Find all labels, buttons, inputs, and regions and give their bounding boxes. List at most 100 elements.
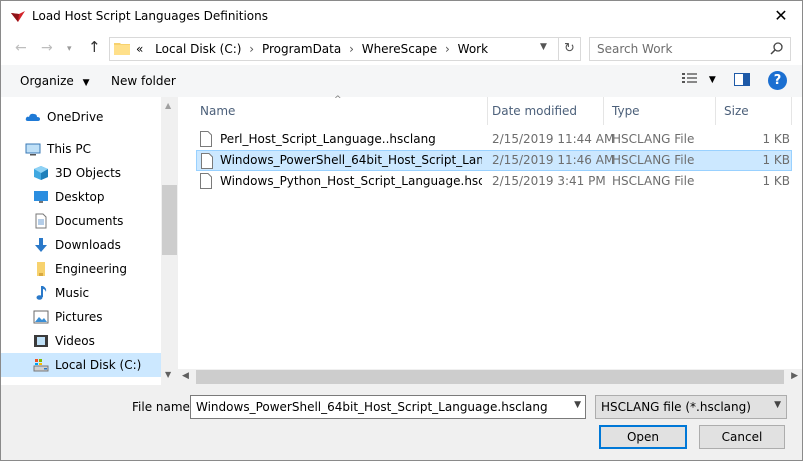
search-icon[interactable] [770, 41, 784, 55]
file-date: 2/15/2019 11:46 AM [492, 153, 615, 167]
file-type-filter-value: HSCLANG file (*.hsclang) [601, 400, 751, 414]
breadcrumb-wherescape[interactable]: WhereScape [362, 42, 437, 56]
close-button[interactable]: ✕ [766, 3, 796, 29]
file-name-combobox[interactable]: Windows_PowerShell_64bit_Host_Script_Lan… [190, 395, 586, 419]
file-open-dialog: Load Host Script Languages Definitions ✕… [0, 0, 803, 461]
organize-label: Organize [20, 74, 74, 88]
music-icon [36, 286, 47, 300]
preview-pane-icon[interactable] [734, 73, 750, 86]
file-list-horizontal-scrollbar[interactable]: ◀ ▶ [178, 369, 802, 385]
file-icon [201, 153, 213, 169]
address-bar[interactable]: « Local Disk (C:) › ProgramData › WhereS… [109, 37, 581, 61]
chevron-down-icon[interactable]: ▼ [574, 400, 581, 410]
nav-item-music[interactable]: Music [1, 281, 161, 305]
search-placeholder: Search Work [597, 42, 673, 56]
download-icon [35, 238, 47, 252]
column-header-date-modified[interactable]: Date modified [484, 97, 604, 125]
command-bar: Organize ▼ New folder ▼ ? [1, 65, 802, 98]
dialog-footer: File name: Windows_PowerShell_64bit_Host… [1, 385, 802, 460]
new-folder-button[interactable]: New folder [111, 74, 176, 88]
title-bar: Load Host Script Languages Definitions ✕ [1, 1, 802, 32]
file-size: 1 KB [762, 174, 790, 188]
file-name-label: File name: [132, 400, 194, 414]
window-title: Load Host Script Languages Definitions [32, 9, 269, 23]
up-arrow-icon[interactable]: ↑ [88, 38, 101, 56]
breadcrumb-local-disk[interactable]: Local Disk (C:) [155, 42, 241, 56]
recent-locations-chevron-icon[interactable]: ▾ [67, 44, 72, 54]
breadcrumb-separator-icon[interactable]: › [445, 42, 450, 56]
scroll-left-icon[interactable]: ◀ [182, 371, 189, 381]
column-header-name[interactable]: Name [192, 97, 488, 125]
cancel-button[interactable]: Cancel [699, 425, 785, 449]
change-view-button[interactable]: ▼ [681, 71, 716, 88]
refresh-icon[interactable]: ↻ [558, 38, 580, 60]
file-type-filter-select[interactable]: HSCLANG file (*.hsclang) ▼ [595, 395, 787, 419]
scroll-up-icon[interactable]: ▲ [165, 101, 171, 110]
document-icon [35, 213, 47, 229]
folder-icon [37, 262, 45, 276]
drive-icon [33, 359, 49, 372]
nav-item-desktop[interactable]: Desktop [1, 185, 161, 209]
details-view-icon [682, 73, 697, 83]
file-type: HSCLANG File [612, 174, 695, 188]
breadcrumb-overflow[interactable]: « [136, 42, 143, 56]
nav-scrollbar-thumb[interactable] [162, 185, 177, 255]
breadcrumb-separator-icon[interactable]: › [349, 42, 354, 56]
chevron-down-icon: ▼ [82, 78, 90, 88]
navigation-bar: ← → ▾ ↑ « Local Disk (C:) › ProgramData … [1, 32, 802, 65]
file-icon [200, 131, 212, 147]
organize-button[interactable]: Organize ▼ [20, 74, 90, 88]
navigation-pane[interactable]: OneDrive This PC 3D Objects Desktop Docu… [1, 97, 161, 385]
close-icon: ✕ [774, 6, 788, 25]
back-arrow-icon[interactable]: ← [15, 40, 27, 56]
nav-item-3d-objects[interactable]: 3D Objects [1, 161, 161, 185]
horizontal-scrollbar-thumb[interactable] [196, 370, 784, 384]
file-type: HSCLANG File [612, 132, 695, 146]
file-row[interactable]: Windows_Python_Host_Script_Language.hscl… [196, 171, 792, 192]
file-name: Windows_Python_Host_Script_Language.hscl… [220, 174, 482, 188]
video-icon [34, 335, 48, 347]
file-name: Windows_PowerShell_64bit_Host_Script_Lan… [220, 153, 482, 167]
nav-item-videos[interactable]: Videos [1, 329, 161, 353]
nav-item-engineering[interactable]: Engineering [1, 257, 161, 281]
nav-item-local-disk[interactable]: Local Disk (C:) [1, 353, 161, 377]
nav-item-pictures[interactable]: Pictures [1, 305, 161, 329]
column-header-size[interactable]: Size [716, 97, 792, 125]
scroll-right-icon[interactable]: ▶ [791, 371, 798, 381]
picture-icon [33, 310, 49, 324]
cube-icon [34, 166, 48, 180]
nav-item-documents[interactable]: Documents [1, 209, 161, 233]
folder-icon [114, 43, 130, 55]
file-size: 1 KB [762, 153, 790, 167]
file-date: 2/15/2019 11:44 AM [492, 132, 615, 146]
file-name: Perl_Host_Script_Language..hsclang [220, 132, 436, 146]
open-button[interactable]: Open [599, 425, 687, 449]
computer-icon [25, 143, 41, 156]
column-header-type[interactable]: Type [604, 97, 716, 125]
nav-item-downloads[interactable]: Downloads [1, 233, 161, 257]
search-box[interactable]: Search Work [589, 37, 791, 61]
desktop-icon [34, 191, 48, 203]
scroll-down-icon[interactable]: ▼ [165, 370, 171, 379]
chevron-down-icon: ▼ [708, 75, 716, 85]
breadcrumb-programdata[interactable]: ProgramData [262, 42, 341, 56]
file-list: ^ Name Date modified Type Size Perl_Host… [178, 95, 802, 369]
file-row[interactable]: Perl_Host_Script_Language..hsclang 2/15/… [196, 129, 792, 150]
address-dropdown-icon[interactable]: ▼ [540, 42, 547, 52]
file-date: 2/15/2019 3:41 PM [492, 174, 606, 188]
help-icon[interactable]: ? [768, 71, 787, 90]
chevron-down-icon: ▼ [774, 400, 781, 410]
breadcrumb: « Local Disk (C:) › ProgramData › WhereS… [136, 42, 488, 56]
breadcrumb-separator-icon[interactable]: › [249, 42, 254, 56]
file-type: HSCLANG File [612, 153, 695, 167]
nav-item-this-pc[interactable]: This PC [1, 137, 161, 161]
file-size: 1 KB [762, 132, 790, 146]
cloud-icon [25, 113, 40, 121]
file-name-value: Windows_PowerShell_64bit_Host_Script_Lan… [196, 400, 548, 414]
forward-arrow-icon[interactable]: → [41, 40, 53, 56]
breadcrumb-work[interactable]: Work [458, 42, 488, 56]
nav-item-onedrive[interactable]: OneDrive [1, 105, 161, 129]
file-row-selected[interactable]: Windows_PowerShell_64bit_Host_Script_Lan… [196, 150, 792, 171]
app-logo-icon [11, 11, 25, 22]
nav-scrollbar[interactable]: ▲ ▼ [161, 97, 178, 385]
